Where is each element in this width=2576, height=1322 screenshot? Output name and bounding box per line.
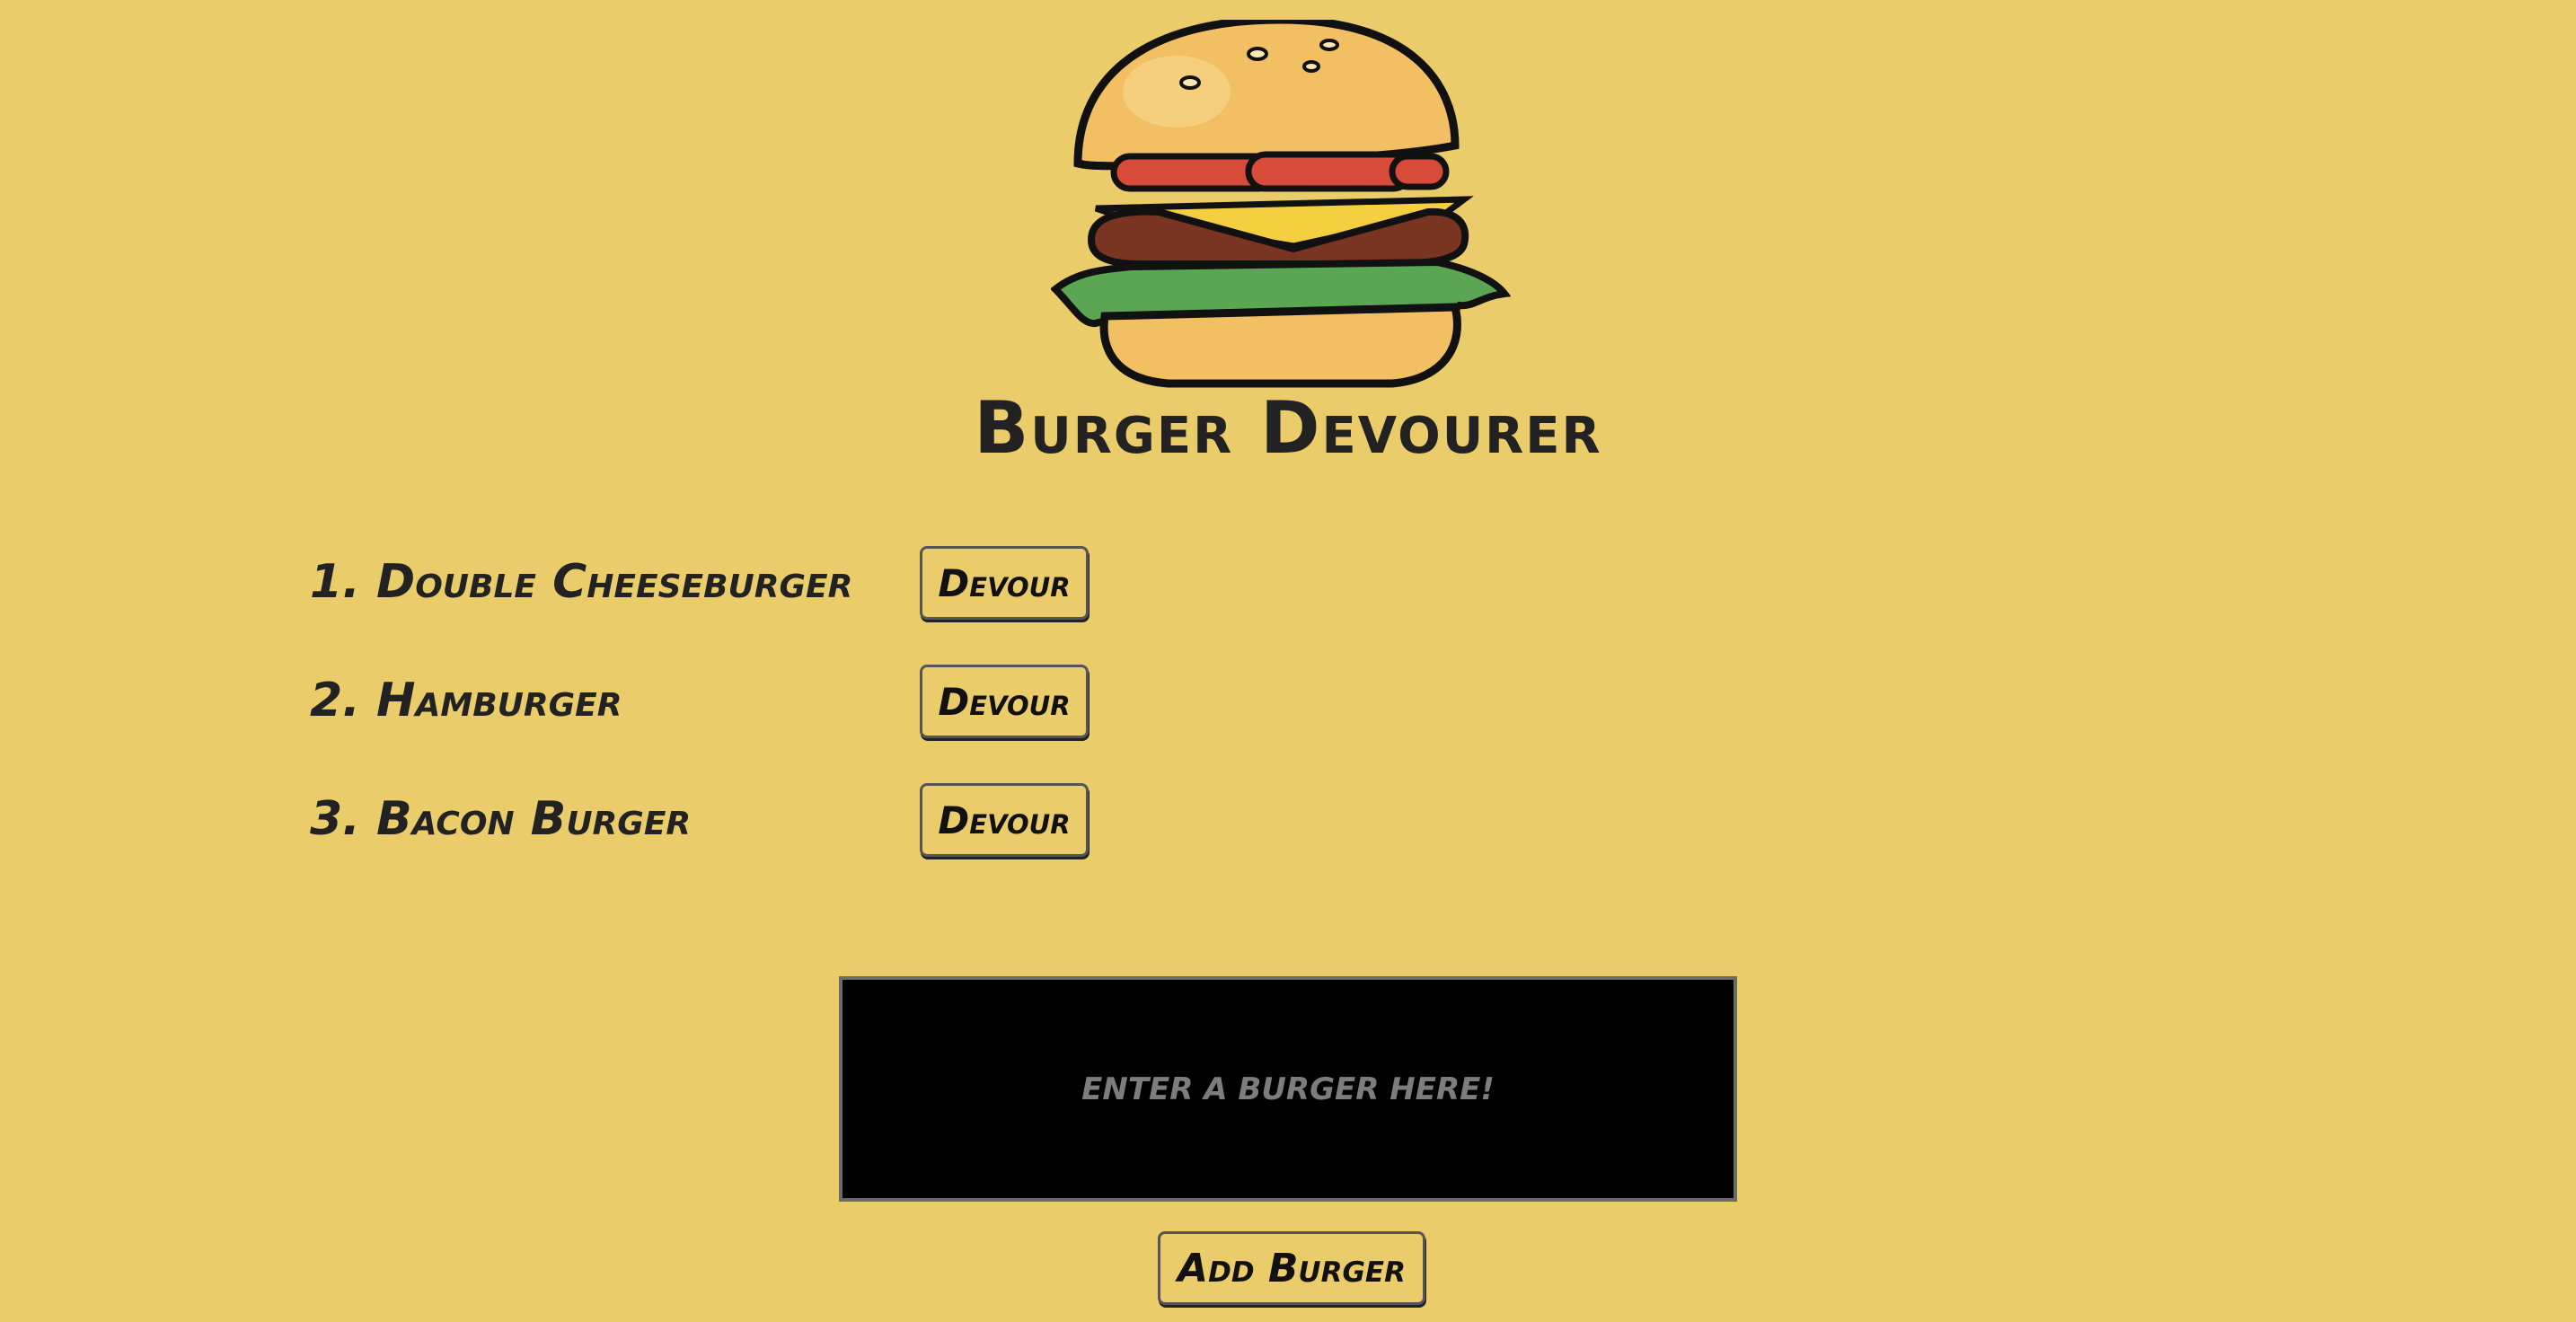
devour-button[interactable]: Devour: [920, 546, 1089, 620]
burger-name: 3. Bacon Burger: [310, 792, 692, 846]
burger-name: 2. Hamburger: [310, 674, 622, 727]
burger-name-input[interactable]: [839, 976, 1737, 1202]
burger-logo: [1051, 20, 1511, 388]
list-item: 2. Hamburger Devour: [310, 663, 1208, 781]
add-burger-button[interactable]: Add Burger: [1158, 1231, 1425, 1305]
page-title: Burger Devourer: [974, 386, 1602, 470]
burger-name: 1. Double Cheeseburger: [310, 555, 853, 609]
devour-button[interactable]: Devour: [920, 783, 1089, 857]
list-item: 3. Bacon Burger Devour: [310, 781, 1208, 900]
devour-button[interactable]: Devour: [920, 665, 1089, 738]
list-item: 1. Double Cheeseburger Devour: [310, 544, 1208, 663]
burger-list: 1. Double Cheeseburger Devour 2. Hamburg…: [310, 544, 1208, 900]
